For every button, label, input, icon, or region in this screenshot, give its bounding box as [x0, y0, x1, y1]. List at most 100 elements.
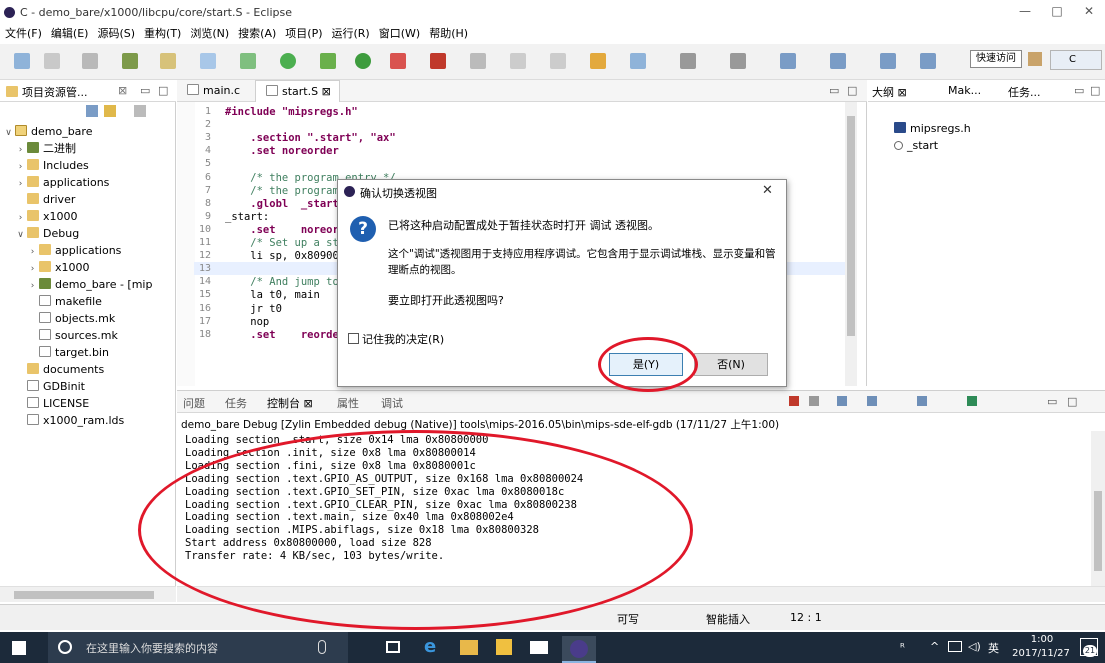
- tree-item[interactable]: › demo_bare - [mip: [28, 276, 152, 293]
- network-icon[interactable]: [948, 641, 962, 652]
- tab-outline[interactable]: 大纲 ⊠: [872, 84, 907, 100]
- remember-decision-checkbox[interactable]: [348, 333, 359, 344]
- c-perspective-button[interactable]: C: [1050, 50, 1102, 70]
- menu-source[interactable]: 源码(S): [97, 26, 135, 42]
- tray-expand-icon[interactable]: ^: [930, 640, 939, 653]
- back-icon[interactable]: [780, 53, 796, 69]
- code-line[interactable]: li sp, 0x809000: [225, 250, 345, 262]
- explorer-hscrollbar[interactable]: [0, 586, 176, 602]
- console-scroll-thumb[interactable]: [1094, 491, 1102, 571]
- clock-date[interactable]: 2017/11/27: [1000, 648, 1082, 659]
- tree-item[interactable]: › x1000: [28, 259, 90, 276]
- people-icon[interactable]: ᴿ: [900, 641, 905, 654]
- expanded-chevron-icon[interactable]: ∨: [16, 227, 25, 244]
- code-line[interactable]: .section ".start", "ax": [225, 132, 395, 144]
- volume-icon[interactable]: ◁): [968, 640, 981, 653]
- display-console-icon[interactable]: [917, 396, 927, 406]
- collapse-all-icon[interactable]: [86, 105, 98, 117]
- link-editor-icon[interactable]: [104, 105, 116, 117]
- nav-right-icon[interactable]: [920, 53, 936, 69]
- tree-item[interactable]: › x1000: [16, 208, 78, 225]
- menu-edit[interactable]: 编辑(E): [51, 26, 89, 42]
- code-line[interactable]: .set reorder: [225, 329, 345, 341]
- open-type-icon[interactable]: [160, 53, 176, 69]
- tools-icon[interactable]: [122, 53, 138, 69]
- tab-debug[interactable]: 调试: [381, 395, 403, 411]
- editor-maximize-icon[interactable]: □: [847, 84, 857, 97]
- tab-properties[interactable]: 属性: [337, 395, 359, 411]
- tab-make[interactable]: Mak...: [948, 84, 981, 97]
- new-class-icon[interactable]: [240, 53, 256, 69]
- terminate-icon[interactable]: [789, 396, 799, 406]
- close-window-button[interactable]: ✕: [1074, 4, 1104, 22]
- open-perspective-icon[interactable]: [590, 53, 606, 69]
- tab-start-s[interactable]: start.S ⊠: [255, 80, 340, 102]
- menu-window[interactable]: 窗口(W): [379, 26, 420, 42]
- debug-icon[interactable]: [320, 53, 336, 69]
- no-button[interactable]: 否(N): [694, 353, 768, 376]
- maximize-view-icon[interactable]: □: [158, 84, 168, 97]
- forward-icon[interactable]: [830, 53, 846, 69]
- edge-browser-icon[interactable]: e: [424, 638, 442, 656]
- nav-icon[interactable]: [880, 53, 896, 69]
- remember-decision-label[interactable]: 记住我的决定(R): [362, 331, 444, 347]
- code-line[interactable]: .set noreord: [225, 224, 345, 236]
- prev-annotation-icon[interactable]: [730, 53, 746, 69]
- explorer-tab-close-icon[interactable]: ⊠: [118, 84, 127, 97]
- tab-tasks[interactable]: 任务...: [1008, 84, 1041, 100]
- minimize-view-icon[interactable]: ▭: [140, 84, 150, 97]
- taskbar-search-box[interactable]: 在这里输入你要搜索的内容: [48, 632, 348, 663]
- console-scrollbar[interactable]: [1091, 431, 1105, 601]
- menu-run[interactable]: 运行(R): [332, 26, 370, 42]
- menu-refactor[interactable]: 重构(T): [144, 26, 181, 42]
- console-minimize-icon[interactable]: ▭: [1047, 395, 1057, 408]
- eclipse-taskbar-button[interactable]: [562, 636, 596, 663]
- external-tools-icon[interactable]: [390, 53, 406, 69]
- view-menu-icon[interactable]: [134, 105, 146, 117]
- code-line[interactable]: #include "mipsregs.h": [225, 106, 358, 118]
- next-annotation-icon[interactable]: [680, 53, 696, 69]
- menu-file[interactable]: 文件(F): [5, 26, 42, 42]
- tree-item[interactable]: GDBinit: [16, 378, 85, 395]
- microphone-icon[interactable]: [318, 640, 326, 654]
- tree-item[interactable]: driver: [16, 191, 75, 208]
- maximize-button[interactable]: □: [1042, 4, 1072, 22]
- windows-start-icon[interactable]: [12, 641, 26, 655]
- menu-navigate[interactable]: 浏览(N): [190, 26, 229, 42]
- open-console-icon[interactable]: [967, 396, 977, 406]
- stop-icon[interactable]: [430, 53, 446, 69]
- scroll-lock-icon[interactable]: [837, 396, 847, 406]
- tree-item[interactable]: ∨ Debug: [16, 225, 79, 242]
- open-perspective-button[interactable]: [1028, 52, 1042, 66]
- remove-launch-icon[interactable]: [809, 396, 819, 406]
- outline-item-start[interactable]: _start: [892, 137, 938, 154]
- code-line[interactable]: .set noreorder: [225, 145, 339, 157]
- tree-item[interactable]: makefile: [28, 293, 102, 310]
- run-icon[interactable]: [355, 53, 371, 69]
- minimize-button[interactable]: —: [1010, 4, 1040, 22]
- dialog-close-button[interactable]: ✕: [762, 183, 773, 198]
- save-icon[interactable]: [44, 53, 60, 69]
- explorer-hscroll-thumb[interactable]: [14, 591, 154, 599]
- code-line[interactable]: .globl _start: [225, 198, 339, 210]
- file-explorer-icon[interactable]: [460, 640, 478, 655]
- tree-item[interactable]: › 二进制: [16, 140, 76, 157]
- code-line[interactable]: jr t0: [225, 303, 282, 315]
- annotation-icon[interactable]: [630, 53, 646, 69]
- outline-minimize-icon[interactable]: ▭: [1074, 84, 1084, 97]
- editor-scrollbar[interactable]: [845, 102, 857, 386]
- editor-scroll-thumb[interactable]: [847, 116, 855, 336]
- code-line[interactable]: nop: [225, 316, 269, 328]
- tree-item[interactable]: x1000_ram.lds: [16, 412, 124, 429]
- outline-item-include[interactable]: mipsregs.h: [892, 120, 971, 137]
- tab-problems[interactable]: 问题: [183, 395, 205, 411]
- step-icon[interactable]: [470, 53, 486, 69]
- tree-item[interactable]: documents: [16, 361, 104, 378]
- expanded-chevron-icon[interactable]: ∨: [4, 125, 13, 142]
- outline-maximize-icon[interactable]: □: [1090, 84, 1100, 97]
- step-over-icon[interactable]: [550, 53, 566, 69]
- tree-item[interactable]: LICENSE: [16, 395, 89, 412]
- build-icon[interactable]: [82, 53, 98, 69]
- tab-console[interactable]: 控制台 ⊠: [267, 395, 313, 411]
- code-line[interactable]: /* Set up a sta: [225, 237, 345, 249]
